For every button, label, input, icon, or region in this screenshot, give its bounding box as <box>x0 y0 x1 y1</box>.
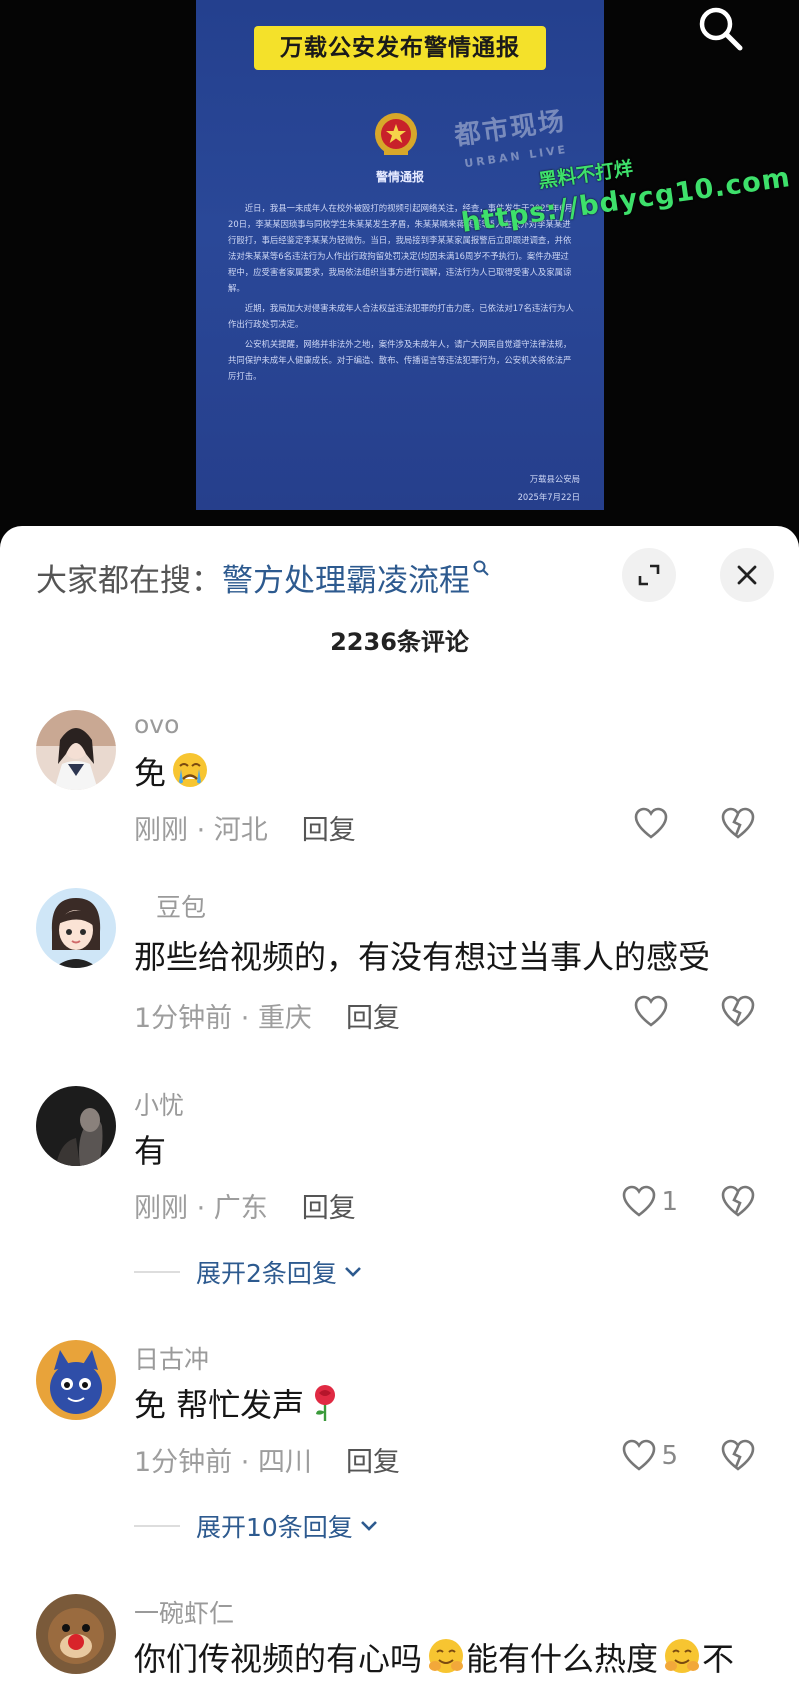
heart-icon <box>623 1185 656 1217</box>
comment-time: 刚刚 <box>134 1193 188 1224</box>
broken-heart-icon <box>721 1185 755 1217</box>
expand-button[interactable] <box>622 548 676 602</box>
notice-signature-block: 万载县公安局 2025年7月22日 <box>518 470 580 506</box>
reply-button[interactable]: 回复 <box>346 1447 400 1478</box>
hugging-face-emoji <box>665 1639 700 1673</box>
meta-separator: · <box>232 1003 258 1034</box>
comment-time: 刚刚 <box>134 815 188 846</box>
meta-separator: · <box>232 1447 258 1478</box>
comment-meta: 刚刚 · 广东 回复 <box>134 1186 356 1225</box>
dislike-button[interactable] <box>720 994 756 1034</box>
comment-text: 那些给视频的，有没有想过当事人的感受 <box>134 938 711 976</box>
meta-separator: · <box>188 1193 214 1224</box>
comment-time: 1分钟前 <box>134 1003 233 1034</box>
notice-paragraph: 近期，我局加大对侵害未成年人合法权益违法犯罪的打击力度，已依法对17名违法行为人… <box>228 303 574 329</box>
like-button[interactable] <box>633 994 669 1030</box>
search-icon <box>473 560 489 576</box>
notice-signature: 万载县公安局 <box>529 474 580 484</box>
dislike-button[interactable] <box>720 1184 756 1224</box>
like-count: 5 <box>661 1441 678 1471</box>
dislike-button[interactable] <box>720 806 756 846</box>
notice-banner-title: 万载公安发布警情通报 <box>254 26 546 70</box>
like-button[interactable]: 1 <box>621 1184 678 1220</box>
comment-username[interactable]: 一碗虾仁 <box>134 1594 234 1630</box>
heart-icon <box>634 995 668 1027</box>
expand-replies-label: 展开10条回复 <box>196 1513 353 1542</box>
expand-replies-label: 展开2条回复 <box>196 1259 337 1288</box>
comment-text: 你们传视频的有心吗 能有什么热度 不 <box>134 1634 734 1680</box>
suggestion-prefix: 大家都在搜： <box>36 562 222 599</box>
comment-username[interactable]: 小忧 <box>134 1086 184 1122</box>
notice-date: 2025年7月22日 <box>517 492 580 502</box>
like-count: 1 <box>661 1187 678 1217</box>
comment-text: 免 <box>134 748 210 794</box>
comment-region: 河北 <box>213 815 268 846</box>
police-notice-image: 万载公安发布警情通报 都市现场 URBAN LIVE 警情通报 近日，我县一未成… <box>196 0 604 510</box>
avatar[interactable] <box>36 1086 116 1166</box>
comment-meta: 刚刚 · 河北 回复 <box>134 808 356 847</box>
comment-username[interactable]: ovo <box>134 710 179 739</box>
comment-username[interactable]: 豆包 <box>156 888 206 924</box>
meta-separator: · <box>188 815 214 846</box>
reply-button[interactable]: 回复 <box>346 1003 400 1034</box>
like-button[interactable] <box>633 806 669 842</box>
comment-text-body: 免 帮忙发声 <box>134 1386 305 1424</box>
comment-region: 四川 <box>257 1447 312 1478</box>
suggestion-term-link[interactable]: 警方处理霸凌流程 <box>222 555 470 600</box>
heart-icon <box>623 1439 656 1471</box>
avatar[interactable] <box>36 710 116 790</box>
expand-icon <box>638 564 660 586</box>
search-icon[interactable] <box>694 2 748 56</box>
rose-emoji <box>315 1385 336 1421</box>
comment-text: 免 帮忙发声 <box>134 1380 342 1426</box>
comment-text-body: 免 <box>134 754 167 792</box>
screen: 万载公安发布警情通报 都市现场 URBAN LIVE 警情通报 近日，我县一未成… <box>0 0 799 1686</box>
avatar-image <box>36 1594 116 1674</box>
heart-icon <box>634 807 668 839</box>
comment-text-body: 你们传视频的有心吗 <box>134 1640 423 1678</box>
crying-face-emoji <box>173 753 208 787</box>
broken-heart-icon <box>721 995 755 1027</box>
comment-region: 广东 <box>213 1193 268 1224</box>
video-player[interactable]: 万载公安发布警情通报 都市现场 URBAN LIVE 警情通报 近日，我县一未成… <box>0 0 799 540</box>
comment-meta: 1分钟前 · 四川 回复 <box>134 1440 400 1479</box>
comments-sheet: 大家都在搜： 警方处理霸凌流程 2236条评论 ovo 免 刚刚 · 河北 回复… <box>0 526 799 1686</box>
comment-time: 1分钟前 <box>134 1447 233 1478</box>
comment-count: 2236条评论 <box>330 628 469 656</box>
reply-button[interactable]: 回复 <box>302 815 356 846</box>
comment-text-body: 能有什么热度 <box>466 1640 659 1678</box>
expand-replies-button[interactable]: 展开10条回复 <box>134 1508 381 1544</box>
notice-paragraph: 公安机关提醒，网络并非法外之地，案件涉及未成年人，请广大网民自觉遵守法律法规，共… <box>228 339 572 381</box>
avatar[interactable] <box>36 1594 116 1674</box>
comment-username[interactable]: 日古冲 <box>134 1340 209 1376</box>
comment-region: 重庆 <box>257 1003 312 1034</box>
avatar-image <box>36 710 116 790</box>
reply-button[interactable]: 回复 <box>302 1193 356 1224</box>
police-emblem-icon <box>375 113 417 155</box>
avatar-image <box>36 1086 116 1166</box>
avatar-image <box>36 888 116 968</box>
divider <box>134 1525 180 1527</box>
comment-meta: 1分钟前 · 重庆 回复 <box>134 996 400 1035</box>
hugging-face-emoji <box>429 1639 464 1673</box>
broken-heart-icon <box>721 1439 755 1471</box>
dislike-button[interactable] <box>720 1438 756 1478</box>
comment-text-body: 不 <box>702 1640 735 1678</box>
avatar[interactable] <box>36 1340 116 1420</box>
divider <box>134 1271 180 1273</box>
close-icon <box>737 565 757 585</box>
comment-text: 有 <box>134 1132 167 1170</box>
expand-replies-button[interactable]: 展开2条回复 <box>134 1254 365 1290</box>
avatar-image <box>36 1340 116 1420</box>
search-suggestion[interactable]: 大家都在搜： 警方处理霸凌流程 <box>36 552 490 602</box>
like-button[interactable]: 5 <box>621 1438 678 1474</box>
chevron-down-icon <box>360 1521 377 1531</box>
avatar[interactable] <box>36 888 116 968</box>
broken-heart-icon <box>721 807 755 839</box>
close-button[interactable] <box>720 548 774 602</box>
chevron-down-icon <box>344 1267 361 1277</box>
